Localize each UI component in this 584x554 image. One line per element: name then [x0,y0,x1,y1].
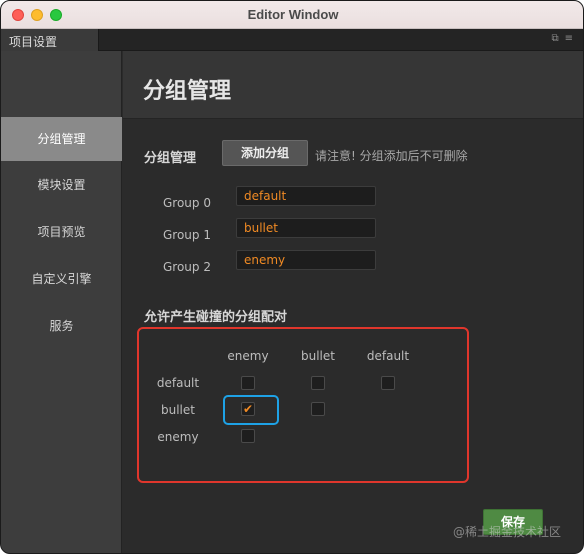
sidebar-item-preview[interactable]: 项目预览 [1,210,122,254]
collision-checkbox[interactable] [311,402,325,416]
collision-checkbox[interactable] [311,376,325,390]
page-title: 分组管理 [143,79,232,104]
row-header: enemy [157,430,199,444]
sidebar-item-group-manager[interactable]: 分组管理 [1,117,122,161]
popout-icon[interactable]: ⧉ [551,33,564,44]
group-name-input[interactable]: enemy [236,250,376,270]
sidebar: 分组管理 模块设置 项目预览 自定义引擎 服务 [1,51,122,553]
collision-checkbox[interactable] [241,429,255,443]
notice-text: 请注意! 分组添加后不可删除 [315,149,468,163]
collision-checkbox[interactable] [241,376,255,390]
sidebar-item-custom-engine[interactable]: 自定义引擎 [1,257,122,301]
column-header: enemy [227,349,269,363]
menu-icon[interactable]: ≡ [565,33,579,44]
sidebar-item-modules[interactable]: 模块设置 [1,163,122,207]
row-header: default [156,376,200,390]
editor-window: Editor Window 项目设置 ⧉≡ 分组管理 模块设置 项目预览 自定义… [0,0,584,554]
group-name-input[interactable]: bullet [236,218,376,238]
main-panel: 分组管理 分组管理 添加分组 请注意! 分组添加后不可删除 Group 0 de… [123,51,583,553]
group-label: Group 0 [163,196,211,210]
tab-project-settings[interactable]: 项目设置 [1,29,99,51]
group-label: Group 1 [163,228,211,242]
add-group-button[interactable]: 添加分组 [222,140,308,166]
sidebar-item-services[interactable]: 服务 [1,304,122,348]
window-title: Editor Window [247,7,339,22]
collision-title: 允许产生碰撞的分组配对 [144,310,288,325]
row-header: bullet [161,403,195,417]
panel-options-icons[interactable]: ⧉≡ [551,33,579,44]
watermark: @稀土掘金技术社区 [453,525,562,539]
group-label: Group 2 [163,260,211,274]
collision-checkbox[interactable] [381,376,395,390]
title-bar: Editor Window [1,1,583,29]
checkbox-highlight [223,395,279,425]
column-header: bullet [301,349,335,363]
group-name-input[interactable]: default [236,186,376,206]
tab-strip: 项目设置 ⧉≡ [1,29,583,51]
column-header: default [366,349,410,363]
section-label: 分组管理 [144,151,197,166]
page-header: 分组管理 [123,51,583,119]
